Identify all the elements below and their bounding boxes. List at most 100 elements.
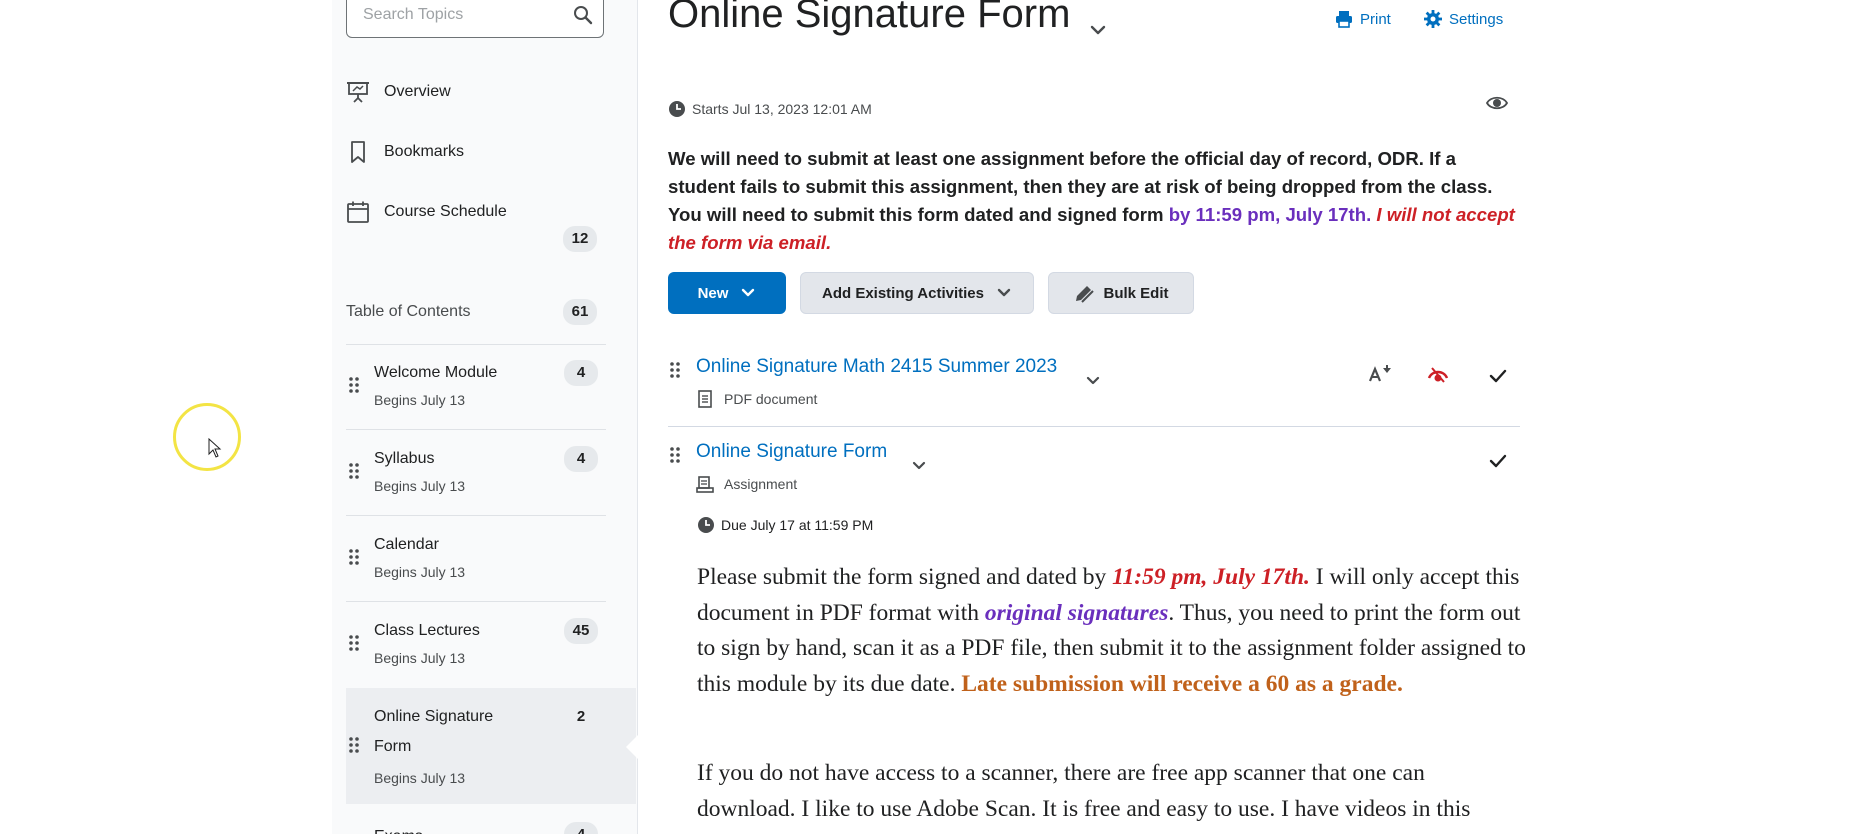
chevron-down-icon[interactable] [910, 457, 928, 475]
module-begins: Begins July 13 [374, 478, 466, 494]
topic-description-paragraph: If you do not have access to a scanner, … [697, 756, 1527, 827]
divider [346, 344, 606, 345]
module-title-line2: Form [374, 738, 412, 755]
topic-type-label: Assignment [724, 476, 798, 492]
toc-label: Table of Contents [346, 303, 471, 320]
module-title: Welcome Module [374, 364, 498, 381]
nav-overview-label: Overview [384, 83, 451, 100]
module-count-badge: 2 [576, 708, 586, 725]
drag-handle-icon[interactable] [668, 360, 682, 382]
start-date: Starts Jul 13, 2023 12:01 AM [668, 100, 872, 118]
nav-bookmarks[interactable]: Bookmarks [346, 132, 464, 172]
module-title: Exams [374, 822, 423, 834]
topic-type: PDF document [696, 390, 817, 408]
divider [668, 426, 1520, 427]
module-title: Syllabus [374, 450, 435, 467]
module-calendar[interactable]: Calendar Begins July 13 [346, 530, 606, 600]
drag-handle-icon[interactable] [346, 374, 364, 400]
module-title: Calendar [374, 536, 439, 553]
topic-type-label: PDF document [724, 391, 818, 407]
drag-handle-icon[interactable] [346, 734, 364, 760]
page-title: Online Signature Form [668, 0, 1071, 36]
new-button[interactable]: New [668, 272, 786, 314]
presentation-icon [346, 80, 370, 104]
module-syllabus[interactable]: Syllabus Begins July 13 4 [346, 444, 606, 514]
module-title: Class Lectures [374, 622, 480, 639]
topic-description-paragraph: Please submit the form signed and dated … [697, 560, 1527, 702]
bulk-edit-button[interactable]: Bulk Edit [1048, 272, 1194, 314]
module-begins: Begins July 13 [374, 770, 466, 786]
search-field[interactable] [346, 0, 604, 38]
font-size-icon[interactable] [1368, 362, 1392, 386]
search-icon[interactable] [571, 3, 595, 27]
nav-course-schedule[interactable]: Course Schedule [346, 192, 507, 232]
module-begins: Begins July 13 [374, 392, 466, 408]
module-online-signature-form[interactable]: Online Signature Form Begins July 13 2 [346, 688, 636, 804]
checkmark-icon[interactable] [1486, 364, 1510, 388]
bookmark-icon [346, 140, 370, 164]
drag-handle-icon[interactable] [668, 445, 682, 467]
topic-title-link[interactable]: Online Signature Form [696, 441, 887, 463]
topic-title-link[interactable]: Online Signature Math 2415 Summer 2023 [696, 356, 1057, 378]
module-count-badge: 4 [564, 446, 598, 472]
topic-type: Assignment [696, 475, 797, 493]
printer-icon [1334, 9, 1354, 29]
checkmark-icon[interactable] [1486, 449, 1510, 473]
nav-overview[interactable]: Overview [346, 72, 451, 112]
chevron-down-icon[interactable] [1088, 20, 1108, 40]
print-button[interactable]: Print [1334, 8, 1391, 30]
print-label: Print [1360, 10, 1391, 28]
body-deadline: 11:59 pm, July 17th. [1112, 564, 1310, 590]
topic-row[interactable]: Online Signature Math 2415 Summer 2023 P… [668, 356, 1520, 424]
due-date: Due July 17 at 11:59 PM [697, 516, 873, 534]
add-existing-activities-button[interactable]: Add Existing Activities [800, 272, 1034, 314]
schedule-count-badge: 12 [563, 226, 597, 252]
due-date-text: Due July 17 at 11:59 PM [721, 517, 874, 533]
gear-icon [1423, 9, 1443, 29]
body-text: If you do not have access to a scanner, … [697, 760, 1471, 822]
bulk-edit-label: Bulk Edit [1103, 284, 1169, 302]
bulk-edit-icon [1073, 282, 1095, 304]
module-begins: Begins July 13 [374, 564, 466, 580]
chevron-down-icon[interactable] [1084, 372, 1102, 390]
drag-handle-icon[interactable] [346, 632, 364, 658]
mouse-pointer-icon [208, 437, 222, 458]
chevron-down-icon [996, 285, 1012, 301]
body-emphasis: original signatures [984, 599, 1169, 626]
description-deadline: by 11:59 pm, July 17th. [1168, 204, 1372, 225]
module-count-badge: 45 [564, 618, 598, 644]
nav-course-schedule-label: Course Schedule [384, 203, 507, 220]
eye-icon[interactable] [1485, 92, 1509, 114]
hidden-visibility-icon[interactable] [1426, 362, 1450, 386]
module-welcome[interactable]: Welcome Module Begins July 13 4 [346, 358, 606, 428]
chevron-down-icon [740, 285, 756, 301]
module-begins: Begins July 13 [374, 650, 466, 666]
body-late-warning: Late submission will receive a 60 as a g… [961, 670, 1403, 697]
divider [346, 601, 606, 602]
module-exams[interactable]: Exams 4 [346, 818, 606, 834]
active-indicator [626, 735, 638, 759]
assignment-icon [696, 475, 714, 493]
module-title-line1: Online Signature [374, 708, 494, 725]
toc-header[interactable]: Table of Contents 61 [346, 298, 606, 326]
add-existing-label: Add Existing Activities [822, 284, 984, 302]
divider [346, 515, 606, 516]
settings-button[interactable]: Settings [1423, 8, 1503, 30]
calendar-icon [346, 200, 370, 224]
settings-label: Settings [1449, 10, 1504, 28]
start-date-text: Starts Jul 13, 2023 12:01 AM [692, 101, 872, 117]
search-input[interactable] [361, 5, 565, 25]
divider [346, 429, 606, 430]
cursor-highlight [173, 403, 241, 471]
drag-handle-icon[interactable] [346, 460, 364, 486]
module-description: We will need to submit at least one assi… [668, 145, 1520, 257]
new-button-label: New [697, 284, 729, 302]
body-text: Please submit the form signed and dated … [697, 564, 1113, 590]
nav-bookmarks-label: Bookmarks [384, 143, 465, 160]
document-icon [696, 390, 714, 408]
drag-handle-icon[interactable] [346, 546, 364, 572]
module-count-badge: 4 [564, 360, 598, 386]
module-count-badge: 4 [564, 822, 598, 834]
topic-row[interactable]: Online Signature Form Assignment [668, 441, 1520, 509]
module-class-lectures[interactable]: Class Lectures Begins July 13 45 [346, 616, 606, 686]
